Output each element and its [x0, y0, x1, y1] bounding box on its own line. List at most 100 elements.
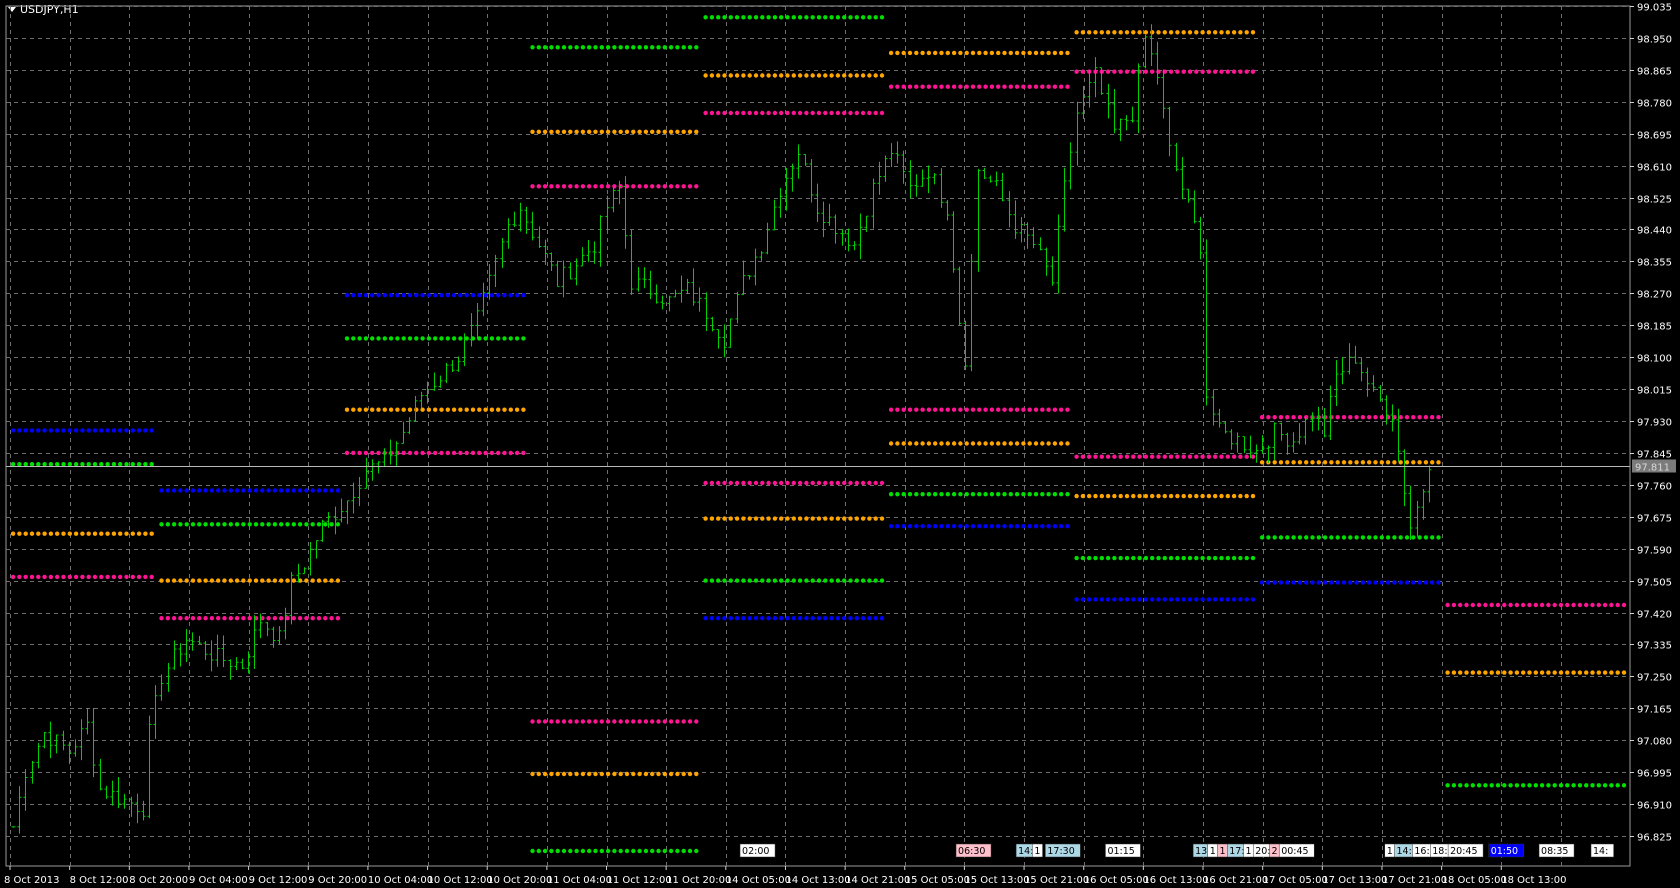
level-dot-green: [370, 336, 375, 341]
level-dot-green: [574, 848, 579, 854]
level-dot-blue: [1417, 580, 1422, 585]
price-chart[interactable]: 99.035 98.950 98.865 98.780 98.695 98.610 98.5…: [0, 0, 1680, 888]
level-dot-magenta: [451, 450, 457, 456]
level-dot-blue: [1335, 580, 1340, 585]
level-dot-green: [1430, 535, 1435, 540]
level-dot-magenta: [605, 719, 611, 724]
level-dot-orange: [514, 407, 520, 412]
level-dot-orange: [86, 531, 91, 536]
level-dot-magenta: [1596, 602, 1602, 608]
level-dot-orange: [747, 73, 752, 78]
level-dot-orange: [165, 578, 170, 583]
level-dot-orange: [593, 129, 598, 134]
level-dot-green: [48, 462, 54, 467]
level-dot-blue: [1392, 580, 1397, 585]
level-dot-magenta: [1021, 407, 1026, 412]
level-dot-blue: [130, 428, 135, 433]
level-dot-magenta: [29, 574, 35, 580]
level-dot-magenta: [593, 184, 598, 189]
level-dot-green: [867, 578, 872, 583]
level-dot-orange: [1200, 493, 1205, 499]
level-dot-green: [703, 15, 708, 20]
level-dot-orange: [36, 531, 41, 536]
level-dot-orange: [703, 73, 708, 78]
level-dot-orange: [722, 73, 727, 78]
level-dot-orange: [549, 771, 554, 777]
level-dot-orange: [842, 516, 847, 521]
chart-window[interactable]: USDJPY,H1 99.035 98.950 98.865 98.780 98.695…: [0, 0, 1680, 888]
level-dot-magenta: [907, 407, 913, 412]
level-dot-orange: [1099, 30, 1105, 35]
level-dot-green: [612, 45, 617, 50]
level-dot-orange: [933, 50, 938, 56]
event-marker-label: 1: [1245, 846, 1251, 857]
level-dot-green: [549, 848, 554, 854]
level-dot-green: [624, 45, 630, 50]
level-dot-magenta: [1546, 602, 1551, 608]
level-dot-blue: [316, 488, 322, 493]
level-dot-orange: [530, 129, 535, 134]
y-tick-label: 97.675: [1637, 514, 1672, 525]
level-dot-blue: [835, 616, 841, 621]
level-dot-orange: [414, 407, 419, 412]
level-dot-green: [810, 15, 815, 20]
level-dot-orange: [542, 129, 548, 134]
level-dot-blue: [433, 293, 438, 298]
level-dot-magenta: [1150, 69, 1155, 74]
level-dot-magenta: [879, 480, 885, 486]
level-dot-magenta: [279, 616, 284, 621]
level-dot-blue: [508, 293, 513, 298]
level-dot-magenta: [395, 450, 400, 456]
level-dot-magenta: [1231, 69, 1237, 74]
level-dot-orange: [945, 50, 950, 56]
level-dot-orange: [810, 516, 815, 521]
level-dot-magenta: [668, 184, 674, 189]
level-dot-orange: [1033, 441, 1039, 446]
level-dot-orange: [631, 129, 636, 134]
level-dot-magenta: [1476, 602, 1482, 608]
level-dot-orange: [760, 516, 765, 521]
level-dot-orange: [996, 50, 1001, 56]
level-dot-green: [1514, 783, 1520, 788]
level-dot-blue: [1297, 580, 1303, 585]
level-dot-green: [829, 15, 834, 20]
level-dot-orange: [1021, 441, 1026, 446]
level-dot-orange: [1112, 493, 1117, 499]
level-dot-green: [1008, 492, 1013, 497]
level-dot-orange: [1156, 493, 1161, 499]
level-dot-magenta: [656, 184, 661, 189]
level-dot-green: [184, 522, 189, 527]
level-dot-green: [650, 45, 655, 50]
level-dot-green: [1162, 555, 1168, 561]
level-dot-blue: [873, 616, 878, 621]
level-dot-orange: [964, 50, 969, 56]
level-dot-green: [143, 462, 148, 467]
level-dot-magenta: [779, 480, 784, 486]
level-dot-green: [149, 462, 154, 467]
level-dot-green: [1316, 535, 1322, 540]
level-dot-blue: [458, 293, 463, 298]
level-dot-green: [159, 522, 164, 527]
level-dot-orange: [772, 516, 778, 521]
level-dot-green: [414, 336, 419, 341]
level-dot-magenta: [105, 574, 110, 580]
level-dot-orange: [785, 516, 790, 521]
level-dot-green: [1354, 535, 1359, 540]
level-dot-green: [888, 492, 894, 497]
level-dot-green: [964, 492, 969, 497]
level-dot-orange: [241, 578, 246, 583]
level-dot-magenta: [136, 574, 142, 580]
level-dot-green: [772, 15, 778, 20]
level-dot-blue: [136, 428, 142, 433]
level-dot-green: [1385, 535, 1391, 540]
level-dot-orange: [860, 516, 866, 521]
level-dot-green: [580, 848, 586, 854]
level-dot-magenta: [920, 84, 925, 89]
level-dot-green: [760, 15, 765, 20]
level-dot-orange: [779, 73, 784, 78]
level-dot-magenta: [489, 450, 495, 456]
level-dot-green: [530, 848, 535, 854]
level-dot-blue: [451, 293, 457, 298]
level-dot-blue: [1291, 580, 1296, 585]
level-dot-orange: [1259, 460, 1265, 465]
